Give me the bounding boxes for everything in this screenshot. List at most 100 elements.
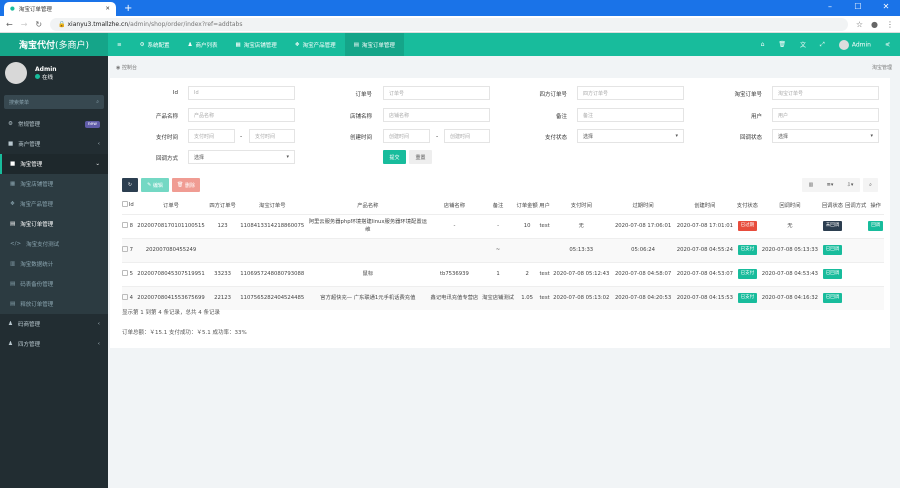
gift-icon: ■ [8,141,14,147]
column-header[interactable]: 产品名称 [307,196,428,214]
url-input[interactable]: 🔒 xianyu3.tmallzhe.cn/admin/shop/order/i… [50,17,848,31]
translate-icon[interactable]: 文 [800,40,806,49]
sidebar-item-shop[interactable]: ▦ 淘宝店铺管理 [0,174,108,194]
column-header[interactable]: 店铺名称 [428,196,480,214]
browser-tab[interactable]: ● 淘宝订单管理 ✕ [4,2,116,16]
submit-button[interactable]: 提交 [383,150,406,164]
forward-icon[interactable]: → [21,20,28,29]
profile-icon[interactable]: ● [871,20,878,29]
edit-button[interactable]: ✎ 编辑 [141,178,169,192]
column-header[interactable]: 过期时间 [612,196,674,214]
menu-icon[interactable]: ⋮ [886,20,894,29]
reload-icon[interactable]: ↻ [35,20,42,29]
browser-tabbar: ● 淘宝订单管理 ✕ + [0,0,900,16]
table-cell [237,237,308,262]
home-icon[interactable]: ⌂ [761,41,765,48]
minimize-icon[interactable]: – [816,0,844,14]
back-icon[interactable]: ← [6,20,13,29]
sidebar-item-merchant[interactable]: ■ 商户管理 ‹ [0,134,108,154]
sidebar-item-release[interactable]: ▤ 释放订单管理 [0,294,108,314]
column-header[interactable]: 淘宝订单号 [237,196,307,214]
row-checkbox[interactable] [122,261,129,286]
user-icon: ♟ [187,41,193,48]
cb-method-select[interactable]: 选择 ▾ [188,150,295,164]
pay-time-end[interactable]: 支付时间 [249,129,295,143]
sidebar-item-general[interactable]: ⚙ 常规管理 new [0,114,108,134]
columns-icon[interactable]: ≣▾ [827,182,834,188]
admin-menu[interactable]: Admin [838,39,871,50]
sidebar-item-order[interactable]: ▤ 淘宝订单管理 [0,214,108,234]
cb-status-select[interactable]: 选择 ▾ [772,129,879,143]
column-header[interactable]: 订单金额 [515,196,538,214]
nav-system-config[interactable]: ⚙ 系统配置 [131,33,179,56]
product-input[interactable]: 产品名称 [188,108,295,122]
column-header[interactable]: 回调状态 [821,196,844,214]
reset-button[interactable]: 重置 [409,150,432,164]
sidebar-toggle[interactable]: ≡ [108,33,131,56]
tab-title: 淘宝订单管理 [18,7,52,13]
chevron-left-icon: ‹ [97,341,100,347]
create-time-start[interactable]: 创建时间 [383,129,430,143]
shop-input[interactable]: 店铺名称 [383,108,490,122]
callback-button[interactable]: 回调 [868,221,884,231]
menu-search-input[interactable]: 搜索菜单 ⌕ [4,95,104,109]
logo[interactable]: 淘宝代付 (多商户) [0,33,108,56]
sidebar-item-coder[interactable]: ♟ 码商管理 ‹ [0,314,108,334]
table-row: 4 20200708041553675699 22123 11075652824045… [122,285,884,310]
label-shop: 店铺名称 [349,114,372,120]
column-header[interactable]: 订单号 [134,196,208,214]
column-header[interactable]: 回调方式 [844,196,867,214]
sidebar-item-sifang[interactable]: ♟ 四方管理 ‹ [0,334,108,354]
tb-no-input[interactable]: 淘宝订单号 [772,86,879,100]
status-badge: 已支付 [737,269,758,279]
nav-order-manage[interactable]: ▤ 淘宝订单管理 [344,33,404,56]
order-no-input[interactable]: 订单号 [383,86,490,100]
table-view-icon[interactable]: ▥ [809,182,814,188]
close-tab-icon[interactable]: ✕ [105,6,110,12]
row-checkbox[interactable] [122,285,129,310]
sf-no-input[interactable]: 四方订单号 [577,86,684,100]
id-input[interactable]: Id [188,86,295,100]
row-checkbox[interactable] [122,237,129,262]
sidebar-item-backup[interactable]: ▤ 码表备份管理 [0,274,108,294]
table-cell: 10 [515,213,539,238]
maximize-icon[interactable]: ☐ [844,0,872,14]
star-icon[interactable]: ☆ [856,20,863,29]
range-dash: - [240,133,243,140]
sidebar-item-pay-test[interactable]: </> 淘宝支付测试 [0,234,108,254]
column-header[interactable]: 创建时间 [674,196,736,214]
column-header[interactable]: 操作 [867,196,884,214]
nav-product-manage[interactable]: ❖ 淘宝产品管理 [286,33,345,56]
create-time-end[interactable]: 创建时间 [444,129,490,143]
pay-status-select[interactable]: 选择 ▾ [577,129,684,143]
sidebar-item-taobao[interactable]: ■ 淘宝管理 ⌄ [0,154,108,174]
nav-shop-manage[interactable]: ▦ 淘宝店铺管理 [227,33,286,56]
table-cell: - [480,213,516,238]
sidebar-item-product[interactable]: ❖ 淘宝产品管理 [0,194,108,214]
new-tab-icon[interactable]: + [124,2,132,16]
export-icon[interactable]: ⇩▾ [847,182,854,188]
share-icon[interactable]: ⋞ [885,41,890,48]
search-toggle-button[interactable]: ⌕ [863,178,878,192]
column-header[interactable]: 备注 [481,196,516,214]
trash-icon[interactable]: 🗑 [778,41,786,48]
column-header[interactable]: 回调时间 [759,196,821,214]
remark-input[interactable]: 备注 [577,108,684,122]
close-window-icon[interactable]: ✕ [872,0,900,14]
column-header[interactable]: 支付状态 [736,196,759,214]
refresh-button[interactable]: ↻ [122,178,138,192]
row-checkbox[interactable] [122,213,129,238]
sidebar-item-stats[interactable]: ▥ 淘宝数据统计 [0,254,108,274]
pay-time-start[interactable]: 支付时间 [188,129,235,143]
column-header[interactable]: 支付时间 [550,196,612,214]
breadcrumb-home[interactable]: 控制台 [122,65,137,71]
fullscreen-icon[interactable]: ⤢ [820,41,825,49]
user-input[interactable]: 用户 [772,108,879,122]
nav-merchant-list[interactable]: ♟ 商户列表 [179,33,227,56]
column-header[interactable]: 四方订单号 [208,196,237,214]
select-all-checkbox[interactable] [122,196,129,214]
column-header[interactable]: 用户 [539,196,551,214]
breadcrumb-current: 淘宝管理 [871,64,892,71]
tab-favicon-icon: ● [10,6,15,12]
delete-button[interactable]: 🗑 删除 [172,178,200,192]
